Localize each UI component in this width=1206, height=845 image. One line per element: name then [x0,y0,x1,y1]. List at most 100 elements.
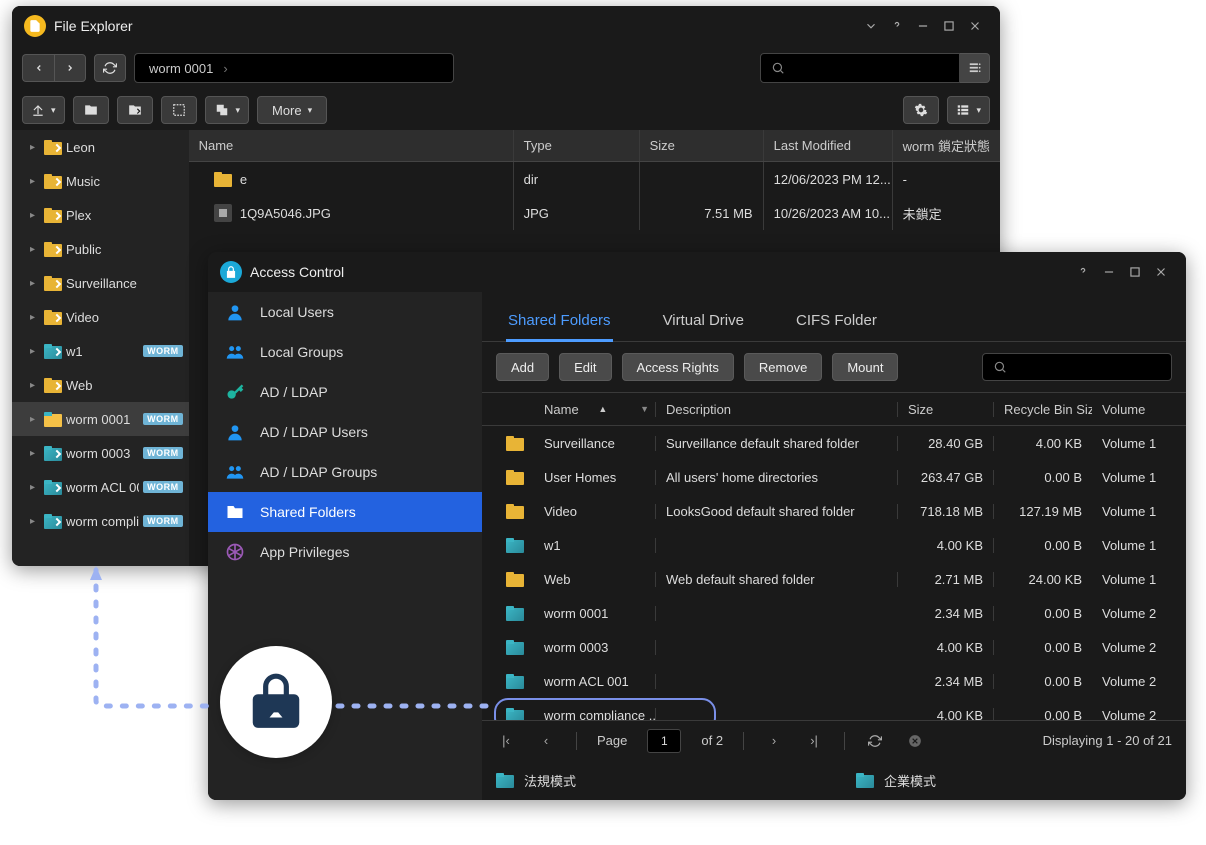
col-modified[interactable]: Last Modified [764,130,893,161]
sidebar-item-ad-ldap[interactable]: AD / LDAP [208,372,482,412]
new-folder-button[interactable] [73,96,109,124]
view-mode-button[interactable]: ▾ [947,96,990,124]
tree-item[interactable]: ▸ worm 0001 WORM [12,402,189,436]
expand-icon[interactable]: ▸ [30,244,40,255]
tab-cifs-folder[interactable]: CIFS Folder [794,312,879,341]
expand-icon[interactable]: ▸ [30,516,40,527]
ac-legend: 法規模式 企業模式 [482,760,1186,800]
shared-folder-row[interactable]: w1 4.00 KB 0.00 B Volume 1 [482,528,1186,562]
chevron-down-icon[interactable]: ▼ [640,404,649,414]
shared-folder-row[interactable]: Web Web default shared folder 2.71 MB 24… [482,562,1186,596]
close-icon[interactable] [962,13,988,39]
remove-button[interactable]: Remove [744,353,822,381]
sidebar-item-local-groups[interactable]: Local Groups [208,332,482,372]
settings-button[interactable] [903,96,939,124]
col-worm-state[interactable]: worm 鎖定狀態 [893,130,1000,161]
tree-item[interactable]: ▸ Video [12,300,189,334]
shared-folder-row[interactable]: Video LooksGood default shared folder 71… [482,494,1186,528]
fe-folder-tree[interactable]: ▸ Leon ▸ Music ▸ Plex ▸ Public ▸ Surveil… [12,130,189,566]
expand-icon[interactable]: ▸ [30,482,40,493]
help-icon[interactable] [884,13,910,39]
copy-to-button[interactable]: ▾ [205,96,250,124]
sidebar-item-ad-ldap-users[interactable]: AD / LDAP Users [208,412,482,452]
shared-folder-row[interactable]: Surveillance Surveillance default shared… [482,426,1186,460]
breadcrumb-segment[interactable]: worm 0001 [149,61,213,76]
access-rights-button[interactable]: Access Rights [622,353,734,381]
sidebar-item-ad-ldap-groups[interactable]: AD / LDAP Groups [208,452,482,492]
select-all-button[interactable] [161,96,197,124]
page-label: Page [597,733,627,748]
col-size[interactable]: Size [640,130,764,161]
sidebar-item-local-users[interactable]: Local Users [208,292,482,332]
tree-item[interactable]: ▸ Public [12,232,189,266]
prev-page-button[interactable]: ‹ [536,733,556,748]
more-button[interactable]: More▾ [257,96,327,124]
col-size[interactable]: Size [898,402,994,417]
next-page-button[interactable]: › [764,733,784,748]
col-type[interactable]: Type [514,130,640,161]
folder-bin-size: 0.00 B [994,674,1092,689]
tree-item[interactable]: ▸ Leon [12,130,189,164]
folder-icon [506,572,524,587]
add-button[interactable]: Add [496,353,549,381]
sidebar-item-shared-folders[interactable]: Shared Folders [208,492,482,532]
nav-back-button[interactable] [22,54,54,82]
expand-icon[interactable]: ▸ [30,448,40,459]
ac-search-input[interactable] [982,353,1172,381]
refresh-button[interactable] [865,734,885,748]
expand-icon[interactable]: ▸ [30,414,40,425]
share-folder-button[interactable] [117,96,153,124]
expand-icon[interactable]: ▸ [30,380,40,391]
page-input[interactable] [647,729,681,753]
file-row[interactable]: e dir 12/06/2023 PM 12... - [189,162,1000,196]
help-icon[interactable] [1070,259,1096,285]
minimize-icon[interactable] [910,13,936,39]
expand-icon[interactable]: ▸ [30,210,40,221]
close-icon[interactable] [1148,259,1174,285]
expand-icon[interactable]: ▸ [30,176,40,187]
shared-folder-row[interactable]: worm ACL 001 2.34 MB 0.00 B Volume 2 [482,664,1186,698]
tree-item[interactable]: ▸ Plex [12,198,189,232]
sidebar-item-label: AD / LDAP [260,384,328,400]
nav-forward-button[interactable] [54,54,86,82]
col-recycle-bin[interactable]: Recycle Bin Size [994,402,1092,417]
shared-folder-row[interactable]: worm 0003 4.00 KB 0.00 B Volume 2 [482,630,1186,664]
tree-item[interactable]: ▸ worm 0003 WORM [12,436,189,470]
first-page-button[interactable]: |‹ [496,733,516,748]
tree-item[interactable]: ▸ Surveillance [12,266,189,300]
maximize-icon[interactable] [936,13,962,39]
tree-item[interactable]: ▸ Web [12,368,189,402]
col-name[interactable]: Name [189,130,514,161]
clear-button[interactable] [905,734,925,748]
tab-virtual-drive[interactable]: Virtual Drive [661,312,746,341]
refresh-button[interactable] [94,54,126,82]
minimize-icon[interactable] [1096,259,1122,285]
shared-folder-row[interactable]: worm compliance ... 4.00 KB 0.00 B Volum… [482,698,1186,720]
breadcrumb-bar[interactable]: worm 0001 › [134,53,454,83]
maximize-icon[interactable] [1122,259,1148,285]
last-page-button[interactable]: ›| [804,733,824,748]
edit-button[interactable]: Edit [559,353,611,381]
fe-search-input[interactable] [760,53,960,83]
col-description[interactable]: Description [656,402,898,417]
upload-button[interactable]: ▾ [22,96,65,124]
shared-folder-row[interactable]: worm 0001 2.34 MB 0.00 B Volume 2 [482,596,1186,630]
key-icon [224,382,246,402]
col-volume[interactable]: Volume [1092,402,1186,417]
expand-icon[interactable]: ▸ [30,278,40,289]
tree-item[interactable]: ▸ Music [12,164,189,198]
sidebar-item-app-privileges[interactable]: App Privileges [208,532,482,572]
mount-button[interactable]: Mount [832,353,898,381]
col-name[interactable]: Name ▲▼ [534,402,656,417]
file-row[interactable]: 1Q9A5046.JPG JPG 7.51 MB 10/26/2023 AM 1… [189,196,1000,230]
tab-shared-folders[interactable]: Shared Folders [506,312,613,341]
collapse-icon[interactable] [858,13,884,39]
expand-icon[interactable]: ▸ [30,346,40,357]
expand-icon[interactable]: ▸ [30,312,40,323]
tree-item[interactable]: ▸ worm complia WORM [12,504,189,538]
tree-item[interactable]: ▸ w1 WORM [12,334,189,368]
shared-folder-row[interactable]: User Homes All users' home directories 2… [482,460,1186,494]
expand-icon[interactable]: ▸ [30,142,40,153]
tree-item[interactable]: ▸ worm ACL 00 WORM [12,470,189,504]
search-options-button[interactable] [960,53,990,83]
